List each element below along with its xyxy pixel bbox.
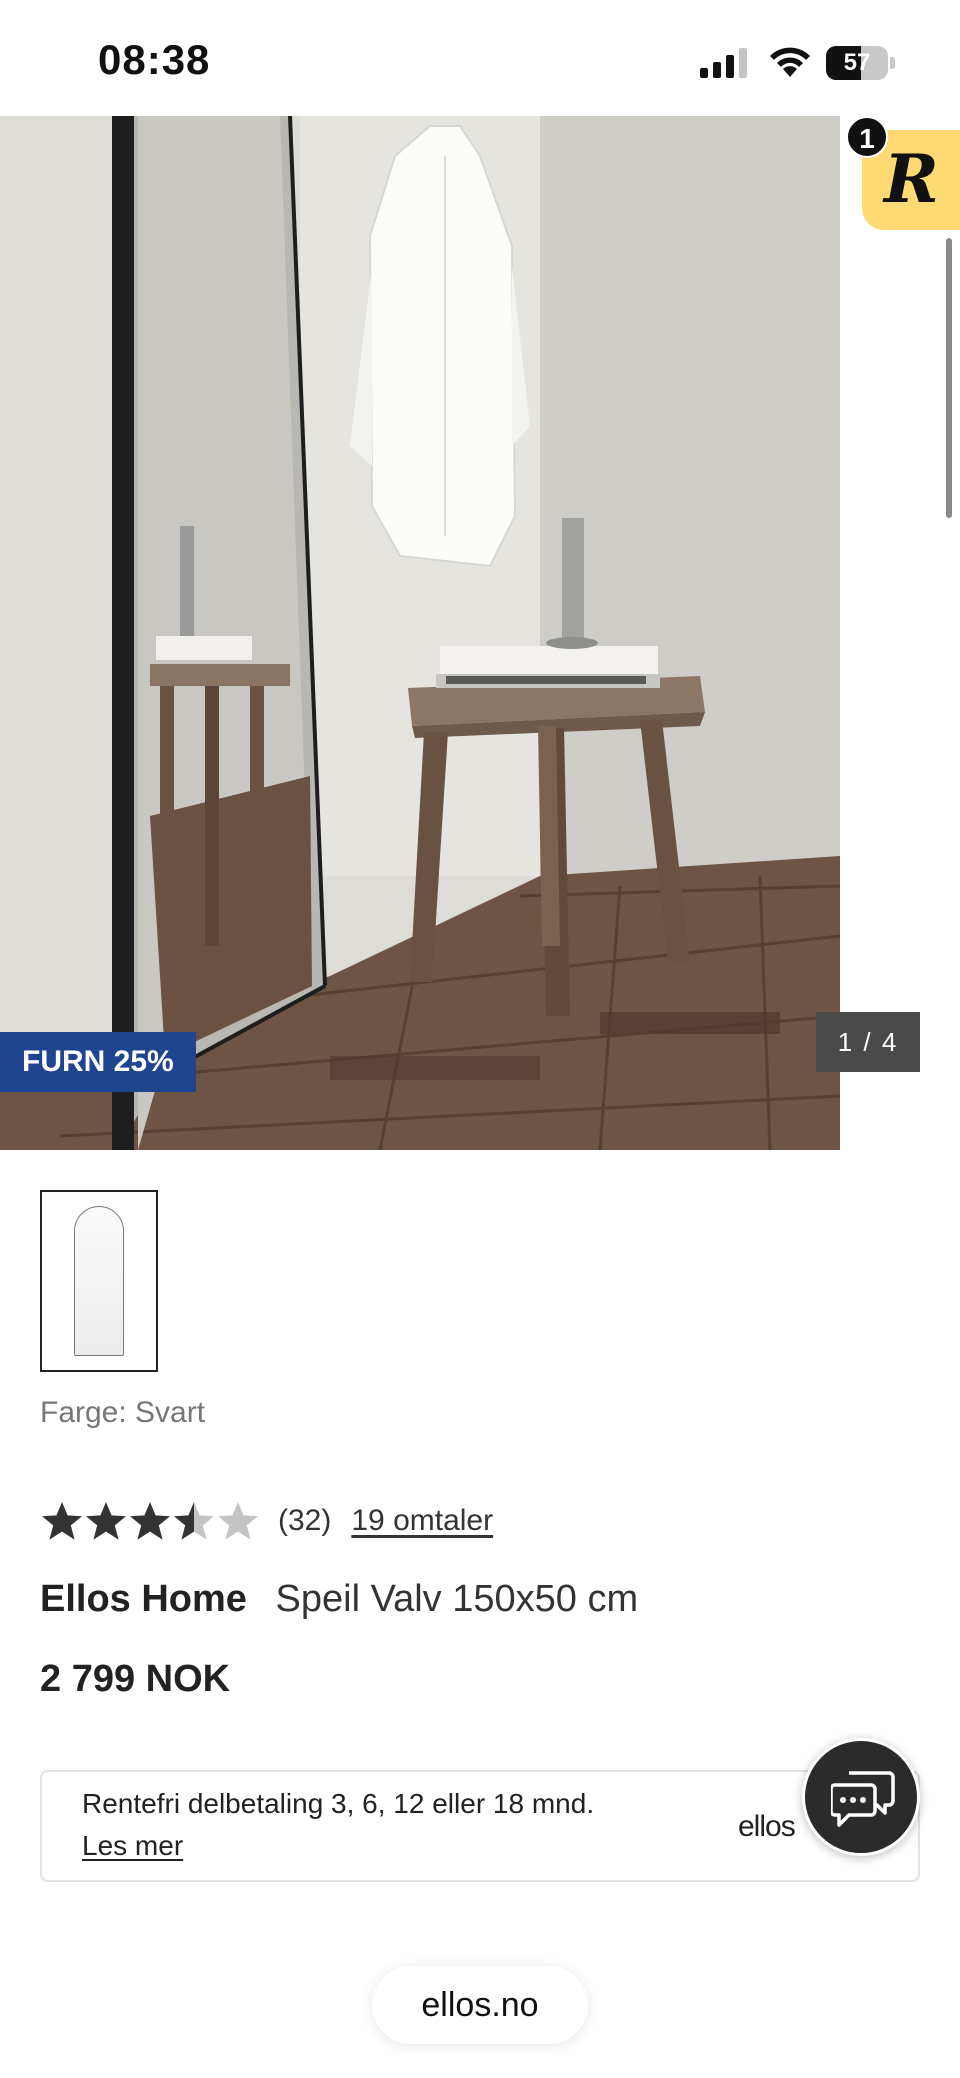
color-label: Farge: Svart bbox=[40, 1396, 206, 1429]
rewards-notification-badge: 1 bbox=[846, 116, 888, 158]
chat-bubbles-icon bbox=[831, 1771, 895, 1827]
scrollbar[interactable] bbox=[946, 238, 952, 518]
star-icon bbox=[218, 1502, 258, 1540]
product-title: Ellos Home Speil Valv 150x50 cm bbox=[40, 1578, 638, 1621]
star-icon bbox=[130, 1502, 170, 1540]
ellos-logo: ellos bbox=[738, 1810, 796, 1843]
chat-button[interactable] bbox=[802, 1738, 920, 1856]
mirror-thumbnail-icon bbox=[74, 1206, 124, 1356]
product-brand: Ellos Home bbox=[40, 1578, 247, 1620]
image-counter: 1 / 4 bbox=[816, 1012, 920, 1072]
battery-level: 57 bbox=[843, 49, 871, 76]
financing-text: Rentefri delbetaling 3, 6, 12 eller 18 m… bbox=[82, 1788, 595, 1819]
financing-read-more-link[interactable]: Les mer bbox=[82, 1830, 183, 1862]
wifi-icon bbox=[770, 47, 810, 77]
rating-count: (32) bbox=[278, 1504, 332, 1537]
product-rating: (32) 19 omtaler bbox=[40, 1496, 493, 1546]
battery-icon: 57 bbox=[826, 46, 896, 80]
product-photo bbox=[0, 116, 840, 1150]
rewards-logo-icon: R bbox=[884, 140, 939, 218]
financing-info-box: Rentefri delbetaling 3, 6, 12 eller 18 m… bbox=[40, 1770, 920, 1882]
promo-badge: FURN 25% bbox=[0, 1032, 196, 1092]
product-price: 2 799 NOK bbox=[40, 1658, 231, 1700]
color-swatch-thumbnail[interactable] bbox=[40, 1190, 158, 1372]
reviews-link[interactable]: 19 omtaler bbox=[351, 1504, 493, 1538]
cellular-signal-icon bbox=[700, 48, 747, 78]
browser-url-bar[interactable]: ellos.no bbox=[372, 1966, 588, 2044]
rating-stars bbox=[40, 1499, 260, 1543]
status-bar: 08:38 57 bbox=[0, 0, 960, 116]
status-time: 08:38 bbox=[98, 36, 211, 83]
star-icon bbox=[174, 1502, 214, 1540]
star-icon bbox=[42, 1502, 82, 1540]
product-image-gallery[interactable] bbox=[0, 116, 840, 1150]
product-name: Speil Valv 150x50 cm bbox=[275, 1578, 639, 1620]
star-icon bbox=[86, 1502, 126, 1540]
